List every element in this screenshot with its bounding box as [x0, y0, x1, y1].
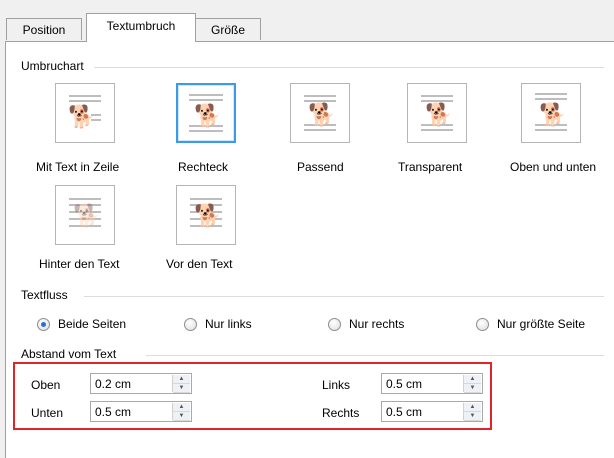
- radio-label-beide-seiten[interactable]: Beide Seiten: [58, 317, 126, 331]
- tab-groesse[interactable]: Größe: [195, 18, 261, 40]
- umbruchart-title: Umbruchart: [21, 59, 88, 73]
- wrap-option-through-label[interactable]: Transparent: [398, 160, 462, 174]
- radio-beide-seiten[interactable]: [37, 318, 50, 331]
- wrap-option-tight-box[interactable]: 🐕: [290, 83, 350, 143]
- wrap-option-behind-box[interactable]: 🐕: [55, 185, 115, 245]
- dog-icon: 🐕: [68, 104, 96, 129]
- dog-icon: 🐕: [73, 203, 101, 228]
- wrap-option-square-label[interactable]: Rechteck: [178, 160, 228, 174]
- wrap-option-through-box[interactable]: 🐕: [407, 83, 467, 143]
- dog-icon: 🐕: [425, 102, 453, 127]
- radio-nur-links[interactable]: [184, 318, 197, 331]
- abstand-title: Abstand vom Text: [21, 347, 121, 361]
- textfluss-divider: [84, 296, 604, 297]
- dog-icon: 🐕: [194, 203, 222, 228]
- wrap-option-inline-box[interactable]: 🐕: [55, 83, 115, 143]
- radio-nur-rechts[interactable]: [328, 318, 341, 331]
- dog-icon: 🐕: [308, 102, 336, 127]
- dialog-frame: Position Textumbruch Größe Umbruchart 🐕 …: [0, 0, 614, 458]
- radio-label-nur-links[interactable]: Nur links: [205, 317, 252, 331]
- tab-textumbruch[interactable]: Textumbruch: [86, 13, 196, 42]
- radio-nur-groesste-seite[interactable]: [476, 318, 489, 331]
- wrap-option-topbottom-box[interactable]: 🐕: [521, 83, 581, 143]
- wrap-option-topbottom-label[interactable]: Oben und unten: [510, 160, 596, 174]
- radio-label-nur-rechts[interactable]: Nur rechts: [349, 317, 404, 331]
- dog-icon: 🐕: [194, 103, 222, 128]
- dog-icon: 🐕: [539, 102, 567, 127]
- tab-position[interactable]: Position: [6, 18, 82, 40]
- wrap-option-square-box[interactable]: 🐕: [176, 83, 236, 143]
- textfluss-title: Textfluss: [21, 288, 72, 302]
- abstand-divider: [146, 355, 604, 356]
- wrap-option-infront-box[interactable]: 🐕: [176, 185, 236, 245]
- tab-strip: Position Textumbruch Größe: [0, 0, 614, 42]
- wrap-option-inline-label[interactable]: Mit Text in Zeile: [36, 160, 119, 174]
- wrap-option-tight-label[interactable]: Passend: [297, 160, 344, 174]
- umbruchart-divider: [94, 67, 604, 68]
- wrap-option-infront-label[interactable]: Vor den Text: [166, 257, 233, 271]
- highlight-annotation-box: [13, 362, 492, 430]
- wrap-option-behind-label[interactable]: Hinter den Text: [39, 257, 120, 271]
- radio-label-nur-groesste-seite[interactable]: Nur größte Seite: [497, 317, 585, 331]
